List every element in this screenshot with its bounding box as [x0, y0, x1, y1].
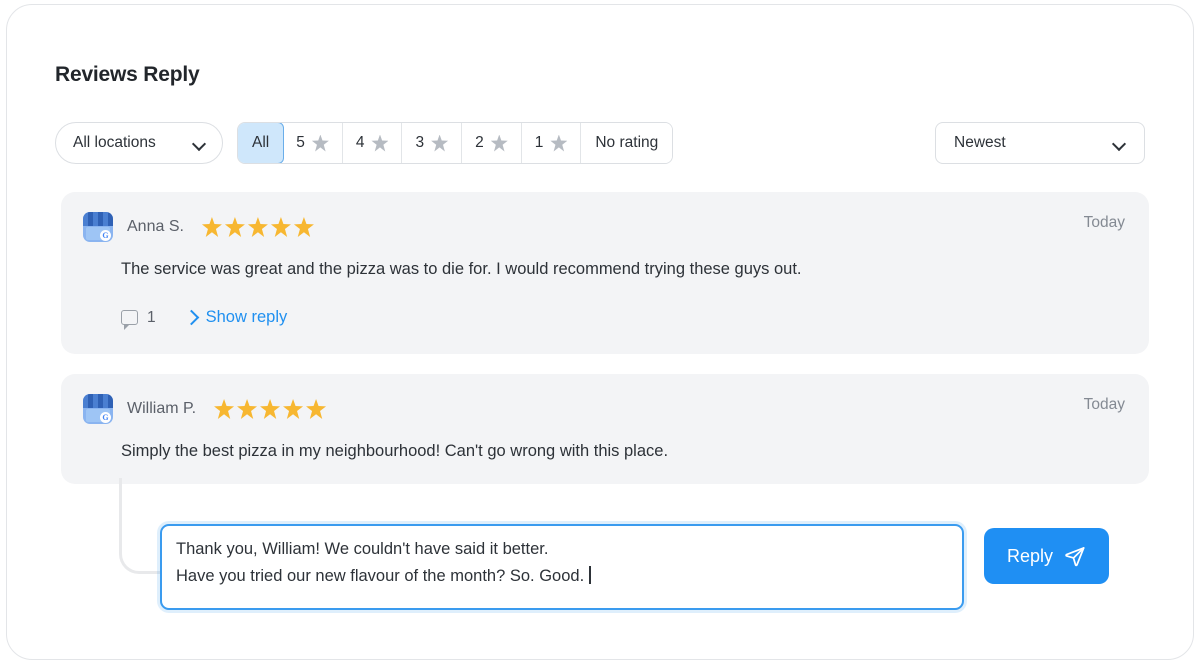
comment-bubble-icon	[121, 310, 138, 330]
send-paper-plane-icon	[1065, 547, 1085, 567]
rating-filter-1[interactable]: 1	[521, 123, 582, 163]
review-rating-stars	[201, 217, 314, 237]
star-icon	[490, 134, 508, 152]
review-actions: 1 Show reply	[121, 308, 288, 330]
star-icon	[550, 134, 568, 152]
review-header: G Anna S.	[83, 212, 1125, 242]
reply-count-indicator[interactable]: 1	[121, 308, 156, 330]
rating-filter-no-rating[interactable]: No rating	[581, 123, 673, 163]
reply-thread-connector	[119, 478, 165, 574]
star-icon	[260, 399, 281, 419]
locations-filter-select[interactable]: All locations	[55, 122, 223, 164]
star-icon	[214, 399, 235, 419]
sort-order-label: Newest	[954, 134, 1006, 151]
reply-text-line-2: Have you tried our new flavour of the mo…	[176, 566, 585, 585]
reply-count-value: 1	[147, 308, 156, 326]
star-icon	[293, 217, 314, 237]
star-icon	[270, 217, 291, 237]
page-title: Reviews Reply	[55, 63, 200, 86]
review-date: Today	[1083, 396, 1125, 413]
reply-submit-button[interactable]: Reply	[984, 528, 1109, 584]
rating-filter-3[interactable]: 3	[402, 123, 463, 163]
text-caret	[589, 565, 591, 584]
star-icon	[283, 399, 304, 419]
rating-filter-5-label: 5	[296, 134, 305, 151]
review-card: G Anna S. Today The service was great an…	[61, 192, 1149, 354]
chevron-down-icon	[193, 139, 206, 147]
locations-filter-label: All locations	[73, 134, 156, 151]
reply-text-line-1: Thank you, William! We couldn't have sai…	[176, 540, 549, 558]
google-business-profile-icon: G	[83, 212, 113, 242]
review-date: Today	[1083, 214, 1125, 231]
rating-filter-1-label: 1	[534, 134, 544, 151]
rating-filter-2-label: 2	[475, 134, 484, 151]
filter-bar: All locations All 5 4 3 2 1 No rating Ne…	[55, 122, 1145, 166]
star-icon	[306, 399, 327, 419]
chevron-right-icon	[183, 309, 199, 326]
reviews-reply-panel: Reviews Reply All locations All 5 4 3 2 …	[6, 4, 1194, 660]
star-icon	[311, 134, 329, 152]
google-business-profile-icon: G	[83, 394, 113, 424]
star-icon	[201, 217, 222, 237]
star-icon	[237, 399, 258, 419]
rating-filter-4[interactable]: 4	[342, 123, 403, 163]
star-icon	[371, 134, 389, 152]
review-card: G William P. Today Simply the best pizza…	[61, 374, 1149, 484]
rating-filter-no-rating-label: No rating	[595, 134, 659, 151]
rating-filter-4-label: 4	[355, 134, 365, 151]
rating-filter-2[interactable]: 2	[462, 123, 522, 163]
rating-filter-3-label: 3	[415, 134, 425, 151]
rating-filter-group: All 5 4 3 2 1 No rating	[237, 122, 674, 164]
star-icon	[431, 134, 449, 152]
star-icon	[224, 217, 245, 237]
rating-filter-all-label: All	[252, 134, 270, 151]
rating-filter-all[interactable]: All	[238, 123, 285, 163]
star-icon	[247, 217, 268, 237]
show-reply-toggle[interactable]: Show reply	[183, 308, 288, 327]
review-text: Simply the best pizza in my neighbourhoo…	[121, 442, 669, 460]
show-reply-label: Show reply	[205, 308, 288, 326]
reply-text-line-2-wrapper: Have you tried our new flavour of the mo…	[176, 563, 948, 590]
chevron-down-icon	[1113, 139, 1126, 147]
review-author: William P.	[127, 400, 197, 417]
rating-filter-5[interactable]: 5	[283, 123, 343, 163]
review-author: Anna S.	[127, 218, 184, 235]
sort-order-select[interactable]: Newest	[935, 122, 1145, 164]
reply-submit-label: Reply	[1006, 545, 1054, 566]
review-rating-stars	[214, 399, 327, 419]
review-header: G William P.	[83, 394, 1125, 424]
reply-composer-input[interactable]: Thank you, William! We couldn't have sai…	[160, 524, 964, 610]
review-text: The service was great and the pizza was …	[121, 260, 802, 278]
